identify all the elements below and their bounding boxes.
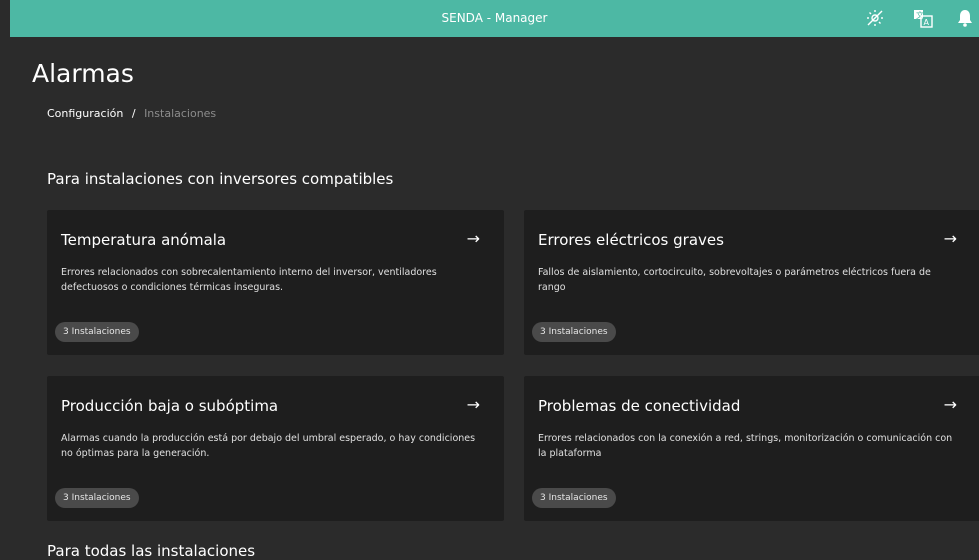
app-title: SENDA - Manager: [441, 11, 548, 25]
arrow-right-icon[interactable]: →: [467, 395, 480, 414]
translate-icon[interactable]: 文 A: [913, 8, 933, 28]
breadcrumb: Configuración / Instalaciones: [47, 107, 216, 120]
alarm-card-produccion-baja[interactable]: Producción baja o subóptima → Alarmas cu…: [47, 376, 504, 521]
arrow-right-icon[interactable]: →: [467, 229, 480, 248]
card-title: Producción baja o subóptima: [61, 397, 279, 415]
card-title: Errores eléctricos graves: [538, 231, 724, 249]
installations-badge[interactable]: 3 Instalaciones: [55, 488, 139, 508]
installations-badge[interactable]: 3 Instalaciones: [532, 488, 616, 508]
card-description: Errores relacionados con sobrecalentamie…: [61, 267, 437, 293]
alarm-card-errores-electricos[interactable]: Errores eléctricos graves → Fallos de ai…: [524, 210, 979, 355]
card-title: Temperatura anómala: [61, 231, 227, 249]
arrow-right-icon[interactable]: →: [944, 395, 957, 414]
arrow-right-icon[interactable]: →: [944, 229, 957, 248]
alarm-card-temperatura[interactable]: Temperatura anómala → Errores relacionad…: [47, 210, 504, 355]
card-description: Errores relacionados con la conexión a r…: [538, 433, 953, 459]
breadcrumb-configuracion[interactable]: Configuración: [47, 107, 123, 120]
breadcrumb-current: Instalaciones: [144, 107, 217, 120]
page-title: Alarmas: [32, 59, 134, 88]
next-section-title: Para todas las instalaciones: [47, 542, 256, 560]
breadcrumb-separator: /: [131, 107, 136, 120]
alarm-card-conectividad[interactable]: Problemas de conectividad → Errores rela…: [524, 376, 979, 521]
bell-icon[interactable]: [955, 8, 975, 28]
card-title: Problemas de conectividad: [538, 397, 741, 415]
card-description: Alarmas cuando la producción está por de…: [61, 433, 476, 459]
no-sun-icon[interactable]: [865, 8, 885, 28]
svg-text:A: A: [924, 18, 930, 27]
installations-badge[interactable]: 3 Instalaciones: [532, 322, 616, 342]
top-bar: SENDA - Manager 文 A: [10, 0, 979, 37]
installations-badge[interactable]: 3 Instalaciones: [55, 322, 139, 342]
card-description: Fallos de aislamiento, cortocircuito, so…: [538, 267, 931, 293]
section-title: Para instalaciones con inversores compat…: [47, 170, 394, 188]
